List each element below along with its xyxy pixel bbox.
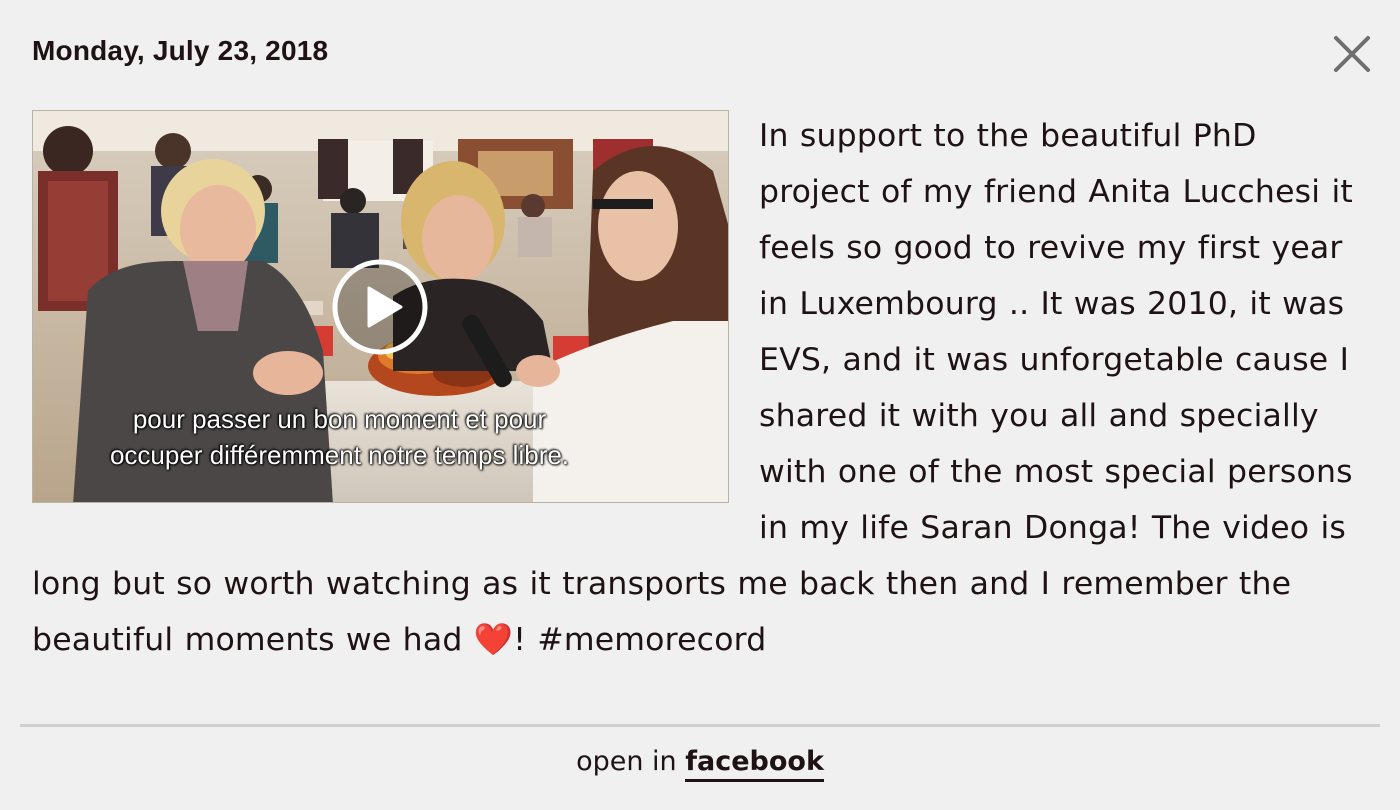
video-subtitle: pour passer un bon moment et pour occupe… [33, 401, 646, 473]
subtitle-line-2: occuper différemment notre temps libre. [109, 440, 570, 470]
footer-prefix: open in [576, 746, 686, 777]
footer: open in facebook [0, 746, 1400, 782]
video-player[interactable]: pour passer un bon moment et pour occupe… [32, 110, 729, 503]
play-button[interactable] [331, 258, 429, 356]
heart-icon: ❤️ [473, 622, 514, 658]
subtitle-line-1: pour passer un bon moment et pour [132, 404, 547, 434]
close-icon [1334, 36, 1370, 72]
post-content: pour passer un bon moment et pour occupe… [32, 108, 1372, 668]
close-button[interactable] [1328, 30, 1376, 78]
footer-divider [20, 724, 1380, 727]
post-date: Monday, July 23, 2018 [32, 35, 329, 66]
play-icon [332, 259, 428, 355]
post-text-hashtag: ! #memorecord [513, 622, 767, 658]
open-in-facebook-link[interactable]: facebook [685, 746, 824, 782]
